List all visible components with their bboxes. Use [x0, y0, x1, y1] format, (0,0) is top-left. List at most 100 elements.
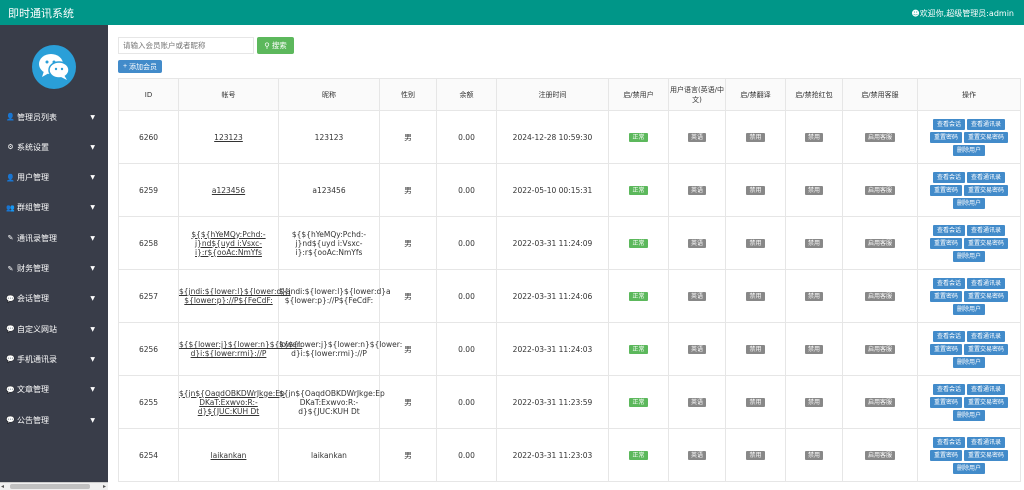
row-action-button[interactable]: 查看会话	[932, 277, 965, 289]
row-action-button[interactable]: 查看通讯录	[967, 436, 1006, 448]
row-action-button[interactable]: 删除用户	[952, 356, 985, 368]
cell-gender: 男	[379, 322, 437, 376]
redpacket-badge[interactable]: 禁用	[804, 451, 823, 460]
status-badge[interactable]: 正常	[629, 239, 648, 248]
status-badge[interactable]: 正常	[629, 398, 648, 407]
account-link[interactable]: ${jndi:${lower:l}${lower:d}a ${lower:p}:…	[179, 287, 291, 305]
language-badge[interactable]: 英语	[687, 239, 706, 248]
language-badge[interactable]: 英语	[687, 186, 706, 195]
language-badge[interactable]: 英语	[687, 292, 706, 301]
language-badge[interactable]: 英语	[687, 398, 706, 407]
status-badge[interactable]: 正常	[629, 133, 648, 142]
sidebar-item[interactable]: 👥 群组管理 ▼	[0, 193, 108, 223]
sidebar-item[interactable]: 💬 公告管理 ▼	[0, 405, 108, 435]
service-badge[interactable]: 启用客服	[864, 451, 895, 460]
row-action-button[interactable]: 查看会话	[932, 224, 965, 236]
row-action-button[interactable]: 重置交易密码	[964, 184, 1009, 196]
row-action-button[interactable]: 删除用户	[952, 250, 985, 262]
sidebar-item[interactable]: 💬 手机通讯录 ▼	[0, 344, 108, 374]
account-link[interactable]: 123123	[214, 133, 243, 142]
row-action-button[interactable]: 删除用户	[952, 462, 985, 474]
status-badge[interactable]: 正常	[629, 345, 648, 354]
chevron-down-icon: ▼	[90, 386, 95, 394]
horizontal-scrollbar[interactable]: ◂ ▸	[0, 482, 108, 490]
account-link[interactable]: ${${hYeMQy:Pchd:-j}nd${uyd i:Vsxc-i}:r${…	[191, 230, 265, 257]
sidebar-item[interactable]: 💬 会话管理 ▼	[0, 284, 108, 314]
row-action-button[interactable]: 删除用户	[952, 409, 985, 421]
row-action-button[interactable]: 查看通讯录	[967, 383, 1006, 395]
redpacket-badge[interactable]: 禁用	[804, 398, 823, 407]
cell-registered: 2022-03-31 11:24:03	[496, 322, 609, 376]
row-action-button[interactable]: 删除用户	[952, 197, 985, 209]
add-member-button[interactable]: + 添加会员	[118, 60, 162, 73]
row-action-button[interactable]: 查看会话	[932, 383, 965, 395]
row-action-button[interactable]: 重置密码	[929, 237, 962, 249]
account-link[interactable]: a123456	[212, 186, 245, 195]
redpacket-badge[interactable]: 禁用	[804, 186, 823, 195]
row-action-button[interactable]: 重置密码	[929, 290, 962, 302]
scroll-left-icon[interactable]: ◂	[1, 483, 4, 490]
row-action-button[interactable]: 查看会话	[932, 330, 965, 342]
sidebar-item[interactable]: 👤 用户管理 ▼	[0, 163, 108, 193]
service-badge[interactable]: 启用客服	[864, 345, 895, 354]
sidebar-item[interactable]: ✎ 通讯录管理 ▼	[0, 223, 108, 253]
service-badge[interactable]: 启用客服	[864, 292, 895, 301]
translate-badge[interactable]: 禁用	[746, 133, 765, 142]
row-action-button[interactable]: 重置密码	[929, 343, 962, 355]
row-action-button[interactable]: 查看通讯录	[967, 118, 1006, 130]
row-action-button[interactable]: 查看会话	[932, 171, 965, 183]
chevron-down-icon: ▼	[90, 113, 95, 121]
language-badge[interactable]: 英语	[687, 133, 706, 142]
service-badge[interactable]: 启用客服	[864, 239, 895, 248]
row-action-button[interactable]: 重置密码	[929, 449, 962, 461]
row-action-button[interactable]: 删除用户	[952, 303, 985, 315]
row-action-button[interactable]: 重置交易密码	[964, 237, 1009, 249]
row-action-button[interactable]: 查看会话	[932, 118, 965, 130]
account-link[interactable]: ${jn${OaqdOBKDWrJkge:Ep DKaT:Exwvo:R:-d}…	[179, 389, 285, 416]
redpacket-badge[interactable]: 禁用	[804, 239, 823, 248]
sidebar-item[interactable]: ⚙ 系统设置 ▼	[0, 132, 108, 162]
translate-badge[interactable]: 禁用	[746, 345, 765, 354]
translate-badge[interactable]: 禁用	[746, 451, 765, 460]
translate-badge[interactable]: 禁用	[746, 292, 765, 301]
row-action-button[interactable]: 查看通讯录	[967, 171, 1006, 183]
row-action-button[interactable]: 重置交易密码	[964, 449, 1009, 461]
row-action-button[interactable]: 查看会话	[932, 436, 965, 448]
language-badge[interactable]: 英语	[687, 345, 706, 354]
cell-balance: 0.00	[436, 110, 497, 164]
top-bar: 即时通讯系统 ☻欢迎你,超级管理员:admin	[0, 0, 1024, 25]
translate-badge[interactable]: 禁用	[746, 398, 765, 407]
search-button[interactable]: ⚲ 搜索	[257, 37, 294, 54]
row-action-button[interactable]: 重置交易密码	[964, 396, 1009, 408]
scrollbar-thumb[interactable]	[10, 484, 90, 489]
scroll-right-icon[interactable]: ▸	[103, 483, 106, 490]
sidebar-item[interactable]: 💬 自定义网站 ▼	[0, 314, 108, 344]
sidebar-item[interactable]: ✎ 财务管理 ▼	[0, 254, 108, 284]
row-action-button[interactable]: 查看通讯录	[967, 330, 1006, 342]
translate-badge[interactable]: 禁用	[746, 239, 765, 248]
row-action-button[interactable]: 重置密码	[929, 131, 962, 143]
search-input[interactable]	[118, 37, 254, 54]
service-badge[interactable]: 启用客服	[864, 398, 895, 407]
row-action-button[interactable]: 重置交易密码	[964, 131, 1009, 143]
row-action-button[interactable]: 删除用户	[952, 144, 985, 156]
account-link[interactable]: laikankan	[211, 451, 247, 460]
status-badge[interactable]: 正常	[629, 451, 648, 460]
row-action-button[interactable]: 重置密码	[929, 396, 962, 408]
translate-badge[interactable]: 禁用	[746, 186, 765, 195]
row-action-button[interactable]: 重置交易密码	[964, 343, 1009, 355]
sidebar-item[interactable]: 💬 文章管理 ▼	[0, 375, 108, 405]
service-badge[interactable]: 启用客服	[864, 186, 895, 195]
status-badge[interactable]: 正常	[629, 186, 648, 195]
redpacket-badge[interactable]: 禁用	[804, 292, 823, 301]
row-action-button[interactable]: 查看通讯录	[967, 224, 1006, 236]
row-action-button[interactable]: 查看通讯录	[967, 277, 1006, 289]
status-badge[interactable]: 正常	[629, 292, 648, 301]
redpacket-badge[interactable]: 禁用	[804, 133, 823, 142]
row-action-button[interactable]: 重置密码	[929, 184, 962, 196]
service-badge[interactable]: 启用客服	[864, 133, 895, 142]
redpacket-badge[interactable]: 禁用	[804, 345, 823, 354]
row-action-button[interactable]: 重置交易密码	[964, 290, 1009, 302]
sidebar-item[interactable]: 👤 管理员列表 ▼	[0, 102, 108, 132]
language-badge[interactable]: 英语	[687, 451, 706, 460]
